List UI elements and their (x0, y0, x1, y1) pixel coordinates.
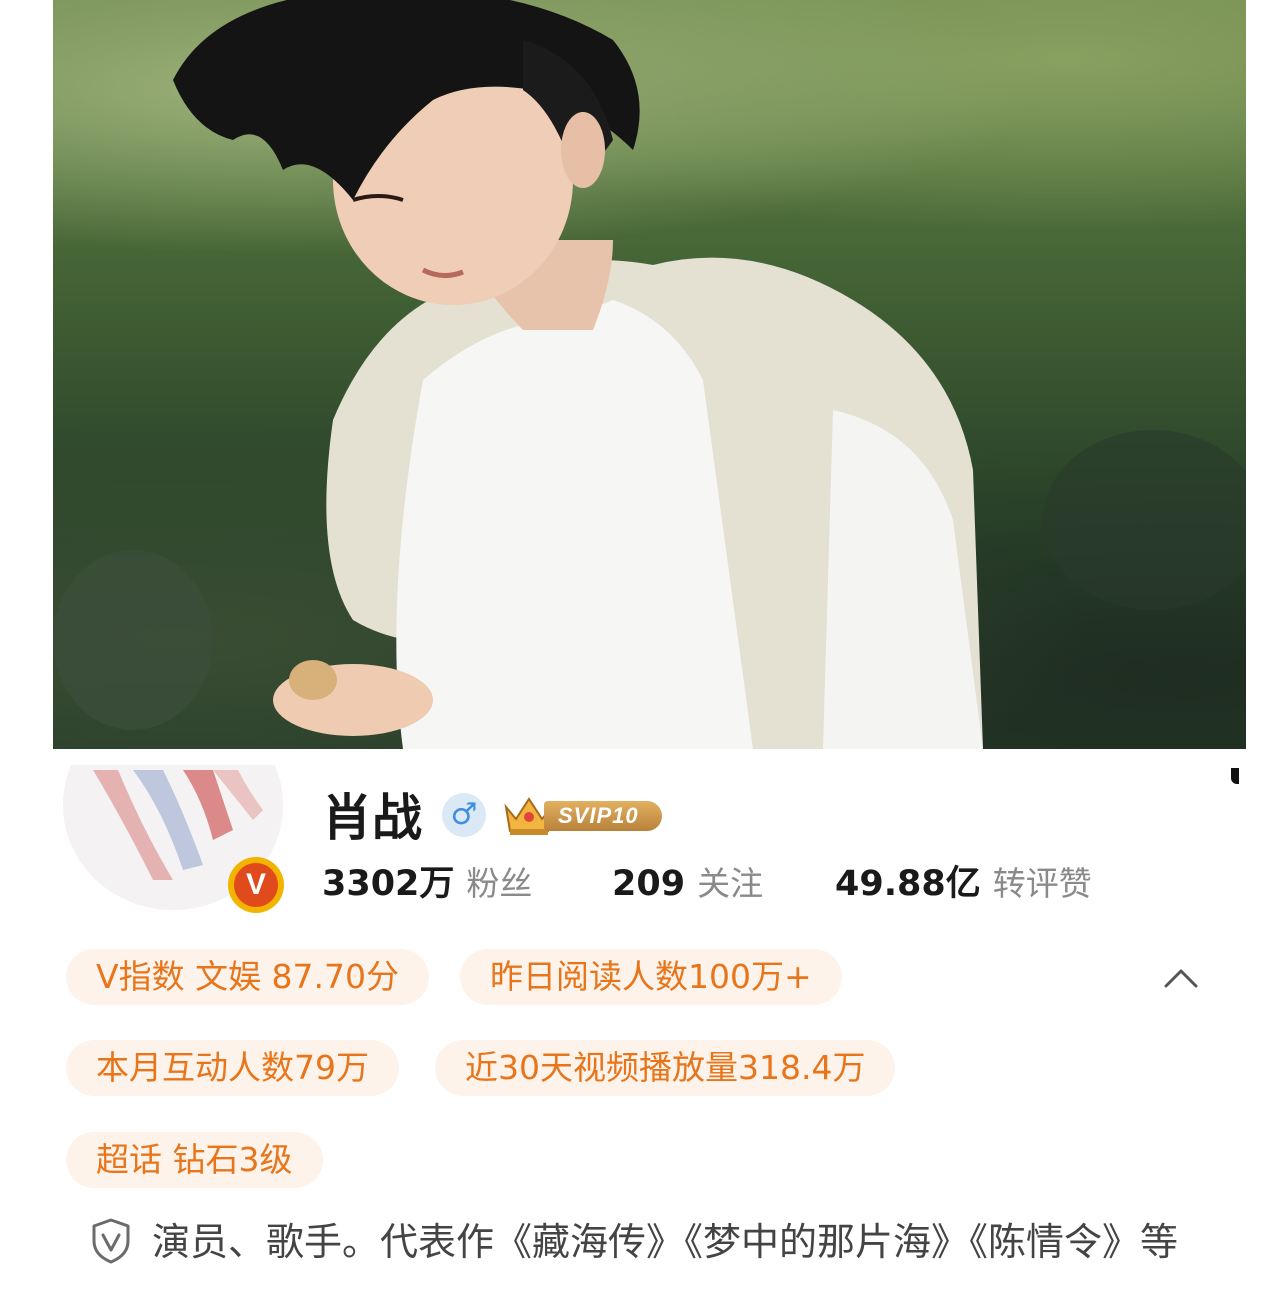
bio-text: 演员、歌手。代表作《藏海传》《梦中的那片海》《陈情令》等 (152, 1220, 1179, 1264)
v-index-tag[interactable]: V指数 文娱 87.70分 (66, 949, 430, 1005)
engagement-label: 转评赞 (992, 864, 1092, 903)
super-topic-tag[interactable]: 超话 钻石3级 (66, 1132, 323, 1188)
corner-mark (1231, 768, 1239, 784)
verified-shield-icon (92, 1218, 130, 1264)
yesterday-reads-tag[interactable]: 昨日阅读人数100万+ (460, 949, 842, 1005)
following-stat[interactable]: 209 关注 (612, 858, 763, 916)
verified-badge: V (228, 857, 284, 913)
monthly-interactions-tag[interactable]: 本月互动人数79万 (66, 1040, 399, 1096)
svip-badge[interactable]: SVIP10 (500, 791, 668, 839)
fans-stat[interactable]: 3302万 粉丝 (322, 858, 532, 916)
cover-photo-figure (53, 0, 1246, 749)
male-symbol-icon: ♂ (442, 793, 486, 837)
cover-photo[interactable] (53, 0, 1246, 749)
following-count: 209 (612, 864, 686, 904)
fans-label: 粉丝 (466, 864, 533, 903)
verified-badge-letter: V (234, 863, 278, 907)
engagement-stat[interactable]: 49.88亿 转评赞 (835, 858, 1092, 916)
profile-page: V 肖战 ♂ SVIP10 3302万 粉丝 209 关注 49.88亿 转评赞 V指… (0, 0, 1280, 1300)
video-plays-tag[interactable]: 近30天视频播放量318.4万 (435, 1040, 896, 1096)
engagement-count: 49.88亿 (835, 864, 981, 904)
profile-name: 肖战 (322, 789, 422, 847)
fans-count: 3302万 (322, 864, 455, 904)
following-label: 关注 (697, 864, 764, 903)
svip-label: SVIP10 (544, 801, 662, 831)
chevron-up-icon[interactable] (1162, 960, 1200, 998)
